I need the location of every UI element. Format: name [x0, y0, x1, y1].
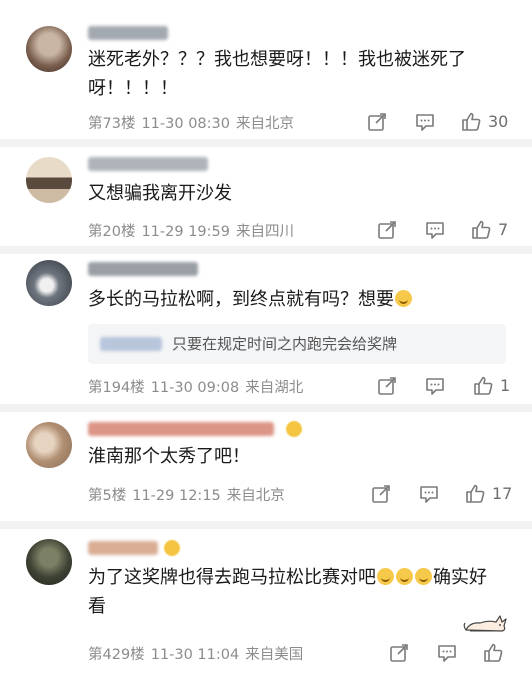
- reply-username-blurred[interactable]: [100, 337, 162, 351]
- reply-preview[interactable]: 只要在规定时间之内跑完会给奖牌: [88, 324, 506, 364]
- comment-meta: 第20楼 11-29 19:59 来自四川: [88, 220, 300, 241]
- cat-sticker-icon: [462, 610, 510, 634]
- comment-location: 来自湖北: [245, 380, 304, 396]
- comment-icon[interactable]: [424, 375, 446, 397]
- avatar[interactable]: [26, 422, 72, 468]
- comment-icon[interactable]: [424, 219, 446, 241]
- comment-location: 来自北京: [226, 488, 285, 504]
- avatar[interactable]: [26, 26, 72, 72]
- like-count: 30: [488, 112, 509, 131]
- comment-icon[interactable]: [414, 111, 436, 133]
- comment-item: 多长的马拉松啊，到终点就有吗？想要 只要在规定时间之内跑完会给奖牌 第194楼 1…: [0, 254, 532, 404]
- username-blurred[interactable]: [88, 541, 158, 555]
- comment-time: 11-30 11:04: [150, 647, 240, 663]
- avatar[interactable]: [26, 157, 72, 203]
- like-count: 7: [498, 220, 509, 239]
- avatar[interactable]: [26, 539, 72, 585]
- comment-text-before: 为了这奖牌也得去跑马拉松比赛对吧: [88, 567, 376, 588]
- comment-text: 迷死老外？？？我也想要呀！！！我也被迷死了呀！！！！: [88, 49, 466, 99]
- like-icon[interactable]: [482, 642, 504, 664]
- comment-item: 迷死老外？？？我也想要呀！！！我也被迷死了呀！！！！ 第73楼 11-30 08:…: [0, 0, 532, 140]
- comment-text: 淮南那个太秀了吧！: [88, 446, 250, 467]
- badge-icon: [164, 540, 180, 556]
- laughing-emoji-icon: [395, 290, 412, 307]
- divider: [0, 139, 532, 147]
- floor-number: 第5楼: [88, 488, 127, 504]
- comment-item: 淮南那个太秀了吧！ 第5楼 11-29 12:15 来自北京 17: [0, 412, 532, 521]
- comment-location: 来自四川: [235, 224, 294, 240]
- comment-time: 11-29 19:59: [141, 224, 230, 240]
- comment-meta: 第5楼 11-29 12:15 来自北京: [88, 484, 291, 505]
- comment-feed: 迷死老外？？？我也想要呀！！！我也被迷死了呀！！！！ 第73楼 11-30 08:…: [0, 0, 532, 685]
- grinning-emoji-icon: [396, 568, 413, 585]
- comment-text: 多长的马拉松啊，到终点就有吗？想要: [88, 285, 502, 314]
- like-icon[interactable]: [470, 219, 492, 241]
- badge-icon: [286, 421, 302, 437]
- share-icon[interactable]: [370, 483, 392, 505]
- comment-meta: 第73楼 11-30 08:30 来自北京: [88, 112, 300, 133]
- avatar[interactable]: [26, 260, 72, 306]
- floor-number: 第73楼: [88, 116, 136, 132]
- comment-meta: 第194楼 11-30 09:08 来自湖北: [88, 376, 309, 397]
- like-icon[interactable]: [472, 375, 494, 397]
- comment-item: 又想骗我离开沙发 第20楼 11-29 19:59 来自四川 7: [0, 147, 532, 246]
- floor-number: 第20楼: [88, 224, 136, 240]
- comment-location: 来自北京: [235, 116, 294, 132]
- comment-icon[interactable]: [436, 642, 458, 664]
- grinning-emoji-icon: [415, 568, 432, 585]
- comment-time: 11-29 12:15: [132, 488, 221, 504]
- username-blurred[interactable]: [88, 422, 274, 436]
- like-icon[interactable]: [460, 111, 482, 133]
- divider: [0, 246, 532, 254]
- reply-text: 只要在规定时间之内跑完会给奖牌: [172, 335, 398, 353]
- grinning-emoji-icon: [377, 568, 394, 585]
- floor-number: 第194楼: [88, 380, 145, 396]
- comment-time: 11-30 08:30: [141, 116, 230, 132]
- username-blurred[interactable]: [88, 157, 208, 171]
- username-blurred[interactable]: [88, 26, 168, 40]
- divider: [0, 404, 532, 412]
- username-blurred[interactable]: [88, 262, 198, 276]
- like-count: 1: [500, 376, 511, 395]
- comment-text-body: 多长的马拉松啊，到终点就有吗？想要: [88, 289, 394, 310]
- comment-meta: 第429楼 11-30 11:04 来自美国: [88, 643, 309, 664]
- like-count: 17: [492, 484, 513, 503]
- comment-time: 11-30 09:08: [150, 380, 240, 396]
- comment-text: 为了这奖牌也得去跑马拉松比赛对吧 确实好看: [88, 563, 502, 621]
- share-icon[interactable]: [376, 219, 398, 241]
- like-icon[interactable]: [464, 483, 486, 505]
- comment-text: 又想骗我离开沙发: [88, 183, 232, 204]
- divider: [0, 521, 532, 529]
- comment-item: 为了这奖牌也得去跑马拉松比赛对吧 确实好看 第429楼 11-30 11:04 来自美…: [0, 529, 532, 685]
- share-icon[interactable]: [366, 111, 388, 133]
- share-icon[interactable]: [376, 375, 398, 397]
- comment-icon[interactable]: [418, 483, 440, 505]
- share-icon[interactable]: [388, 642, 410, 664]
- floor-number: 第429楼: [88, 647, 145, 663]
- comment-location: 来自美国: [245, 647, 304, 663]
